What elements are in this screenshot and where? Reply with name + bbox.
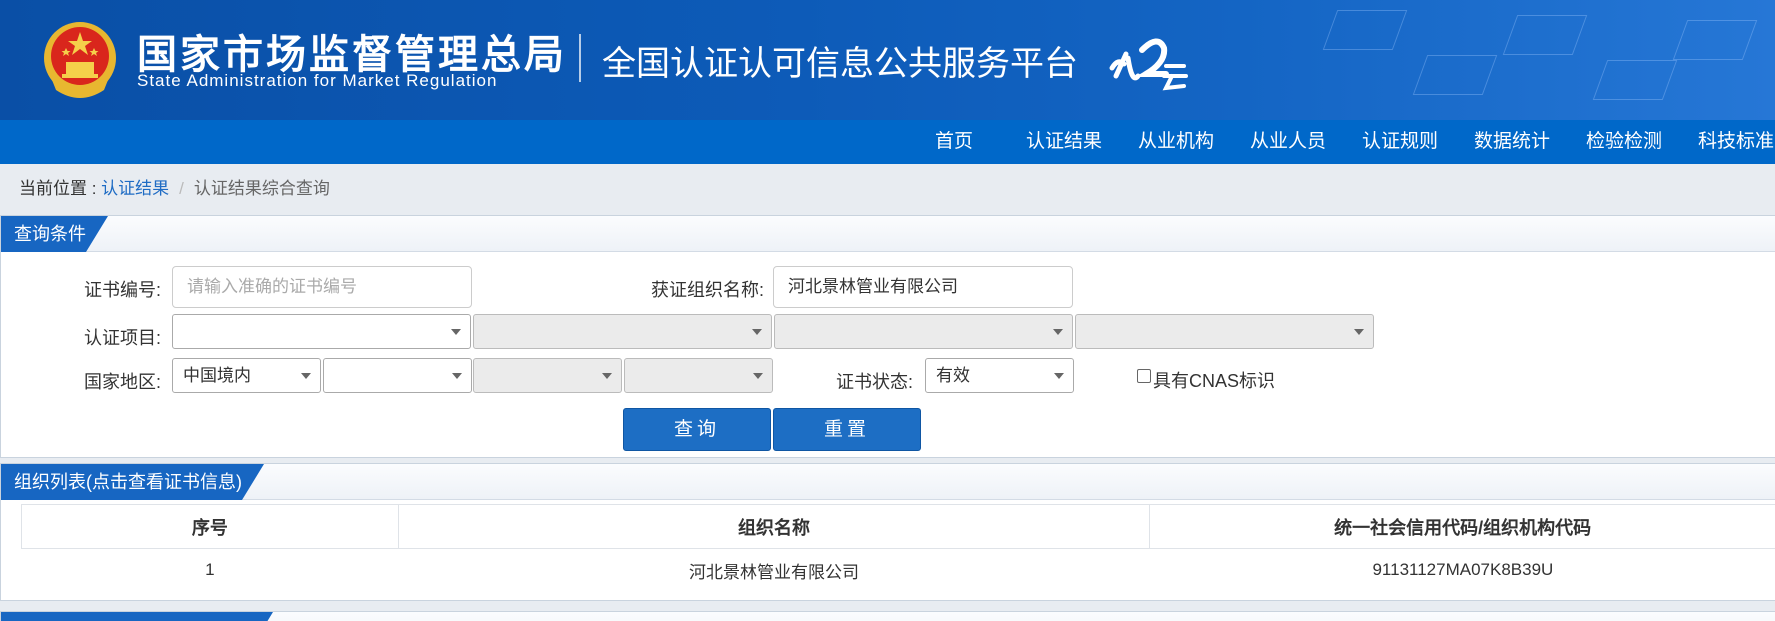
chevron-down-icon [753, 373, 763, 379]
region-select-city[interactable] [473, 358, 622, 393]
project-select-2[interactable] [473, 314, 772, 349]
header-banner: 国家市场监督管理总局 State Administration for Mark… [0, 0, 1775, 120]
chevron-down-icon [451, 329, 461, 335]
chevron-down-icon [301, 373, 311, 379]
cnas-checkbox[interactable] [1137, 369, 1151, 383]
cell-index: 1 [21, 548, 399, 592]
project-label: 认证项目: [84, 328, 162, 348]
column-header-index: 序号 [21, 504, 399, 549]
column-header-org-name: 组织名称 [397, 504, 1151, 549]
query-panel-title: 查询条件 [1, 216, 108, 252]
breadcrumb-separator: / [179, 179, 184, 198]
project-select-1[interactable] [172, 314, 471, 349]
region-select-province[interactable] [323, 358, 472, 393]
results-panel-title: 组织列表(点击查看证书信息) [1, 464, 264, 500]
results-panel-header: 组织列表(点击查看证书信息) [1, 464, 1775, 500]
results-panel: 组织列表(点击查看证书信息) 序号 组织名称 统一社会信用代码/组织机构代码 1… [0, 463, 1775, 601]
rz-cloud-logo-icon [1109, 38, 1188, 91]
header-divider [579, 34, 581, 82]
search-button[interactable]: 查询 [623, 408, 771, 451]
status-select-value: 有效 [936, 366, 970, 385]
nav-item-cert-rules[interactable]: 认证规则 [1362, 120, 1438, 164]
chevron-down-icon [1354, 329, 1364, 335]
breadcrumb-link-cert-results[interactable]: 认证结果 [101, 179, 169, 198]
column-header-credit-code: 统一社会信用代码/组织机构代码 [1149, 504, 1775, 549]
reset-button[interactable]: 重置 [773, 408, 921, 451]
cell-credit-code: 91131127MA07K8B39U [1149, 548, 1775, 592]
org-name-en: State Administration for Market Regulati… [137, 71, 498, 90]
decor-hex [1672, 20, 1758, 60]
chevron-down-icon [752, 329, 762, 335]
decor-hex [1412, 55, 1498, 95]
chevron-down-icon [1053, 329, 1063, 335]
status-label: 证书状态: [836, 372, 914, 392]
table-row[interactable]: 1 河北景林管业有限公司 91131127MA07K8B39U [21, 548, 1775, 592]
project-select-4[interactable] [1075, 314, 1374, 349]
cert-no-input[interactable]: 请输入准确的证书编号 [172, 266, 472, 308]
cnas-label: 具有CNAS标识 [1153, 371, 1276, 391]
decor-hex [1322, 10, 1408, 50]
breadcrumb: 当前位置 : 认证结果 / 认证结果综合查询 [19, 174, 330, 199]
breadcrumb-current: 认证结果综合查询 [193, 179, 330, 198]
nav-item-statistics[interactable]: 数据统计 [1474, 120, 1550, 164]
region-label: 国家地区: [84, 372, 162, 392]
decor-hex [1502, 15, 1588, 55]
next-panel-title [1, 612, 273, 621]
next-panel [0, 611, 1775, 621]
region-select-country[interactable]: 中国境内 [172, 358, 321, 393]
decor-hex [1592, 60, 1678, 100]
cert-no-label: 证书编号: [84, 280, 162, 300]
query-panel-header: 查询条件 [1, 216, 1775, 252]
breadcrumb-prefix: 当前位置 : [19, 179, 102, 198]
nav-item-practitioners[interactable]: 从业人员 [1250, 120, 1326, 164]
region-select-value: 中国境内 [183, 366, 251, 385]
nav-item-home[interactable]: 首页 [935, 120, 973, 164]
cell-org-name[interactable]: 河北景林管业有限公司 [397, 548, 1150, 592]
nav-item-institutions[interactable]: 从业机构 [1138, 120, 1214, 164]
region-select-district[interactable] [624, 358, 773, 393]
project-select-3[interactable] [774, 314, 1073, 349]
main-nav: 首页 认证结果 从业机构 从业人员 认证规则 数据统计 检验检测 科技标准 [0, 120, 1775, 164]
next-panel-header [1, 612, 1775, 621]
national-emblem-icon [44, 22, 116, 98]
org-name-label: 获证组织名称: [651, 280, 765, 300]
status-select[interactable]: 有效 [925, 358, 1074, 393]
chevron-down-icon [452, 373, 462, 379]
chevron-down-icon [602, 373, 612, 379]
nav-item-inspection[interactable]: 检验检测 [1586, 120, 1662, 164]
nav-item-cert-results[interactable]: 认证结果 [1026, 120, 1102, 164]
platform-title: 全国认证认可信息公共服务平台 [602, 44, 1078, 84]
query-panel: 查询条件 证书编号: 请输入准确的证书编号 获证组织名称: 河北景林管业有限公司… [0, 215, 1775, 458]
results-table: 序号 组织名称 统一社会信用代码/组织机构代码 1 河北景林管业有限公司 911… [21, 504, 1775, 592]
org-name-input[interactable]: 河北景林管业有限公司 [773, 266, 1073, 308]
chevron-down-icon [1054, 373, 1064, 379]
nav-item-tech-standards[interactable]: 科技标准 [1698, 120, 1774, 164]
